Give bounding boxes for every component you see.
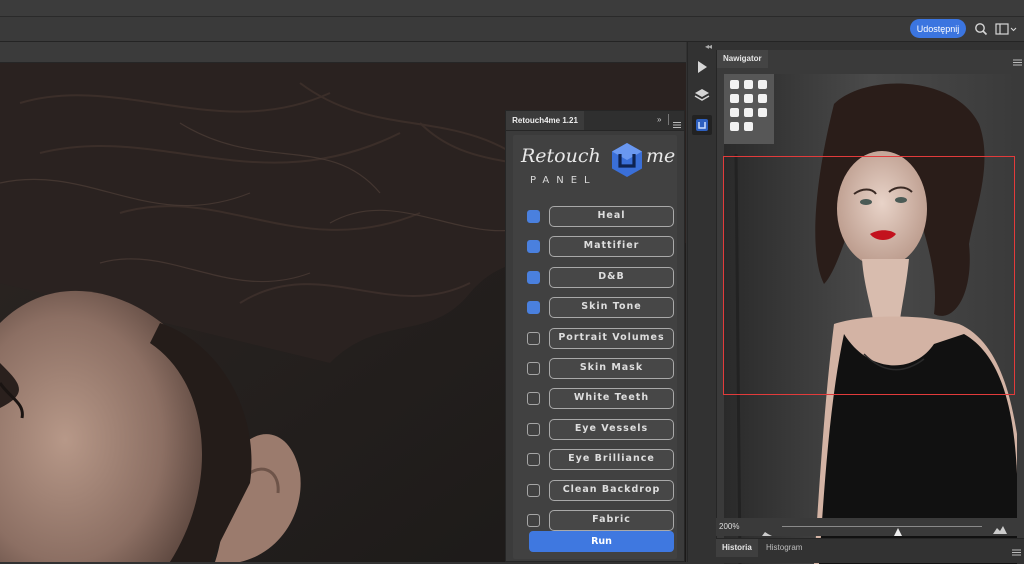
filter-checkbox[interactable] <box>527 332 540 345</box>
collapse-icon[interactable]: ◂◂ <box>705 42 712 51</box>
history-panel: Historia Histogram <box>716 538 1024 563</box>
filter-button[interactable]: Skin Tone <box>549 297 674 318</box>
filter-checkbox[interactable] <box>527 362 540 375</box>
filter-checkbox[interactable] <box>527 484 540 497</box>
panel-icon-strip: ◂◂ <box>687 42 716 562</box>
document-tab-bar <box>0 42 686 63</box>
navigator-view-box[interactable] <box>723 156 1015 395</box>
filter-button[interactable]: Skin Mask <box>549 358 674 379</box>
filter-checkbox[interactable] <box>527 392 540 405</box>
header-divider <box>668 114 669 125</box>
filter-checkbox[interactable] <box>527 240 540 253</box>
search-icon[interactable] <box>974 22 988 36</box>
retouch-logo-icon <box>610 142 644 183</box>
filter-checkbox[interactable] <box>527 210 540 223</box>
filter-button[interactable]: Mattifier <box>549 236 674 257</box>
navigator-tab[interactable]: Nawigator <box>717 50 768 68</box>
logo-word-left: Retouch <box>521 145 601 167</box>
retouch-panel-body: Retouch me PANEL Heal Mattifier D&B Skin To… <box>513 135 677 559</box>
workspace-icon[interactable] <box>995 22 1017 36</box>
play-icon[interactable] <box>692 57 712 77</box>
filter-checkbox[interactable] <box>527 514 540 527</box>
menu-bar <box>0 0 1024 17</box>
share-button[interactable]: Udostępnij <box>910 19 966 38</box>
zoom-in-icon[interactable] <box>993 521 1007 539</box>
filter-checkbox[interactable] <box>527 301 540 314</box>
logo-word-right: me <box>646 145 676 167</box>
retouch4me-panel: Retouch4me 1.21 » Retouch me PANEL Heal M… <box>505 110 685 562</box>
filter-button[interactable]: D&B <box>549 267 674 288</box>
filter-button[interactable]: Heal <box>549 206 674 227</box>
filter-button[interactable]: Fabric <box>549 510 674 531</box>
layers-icon[interactable] <box>692 86 712 106</box>
zoom-slider-track[interactable] <box>782 526 982 527</box>
panel-menu-icon[interactable] <box>673 116 681 134</box>
filter-button[interactable]: White Teeth <box>549 388 674 409</box>
filter-checkbox[interactable] <box>527 423 540 436</box>
collapse-icon[interactable]: » <box>657 115 661 124</box>
filter-button[interactable]: Eye Brilliance <box>549 449 674 470</box>
tab-histogram[interactable]: Histogram <box>760 539 808 557</box>
retouch-tab-title[interactable]: Retouch4me 1.21 <box>506 111 584 130</box>
history-menu-icon[interactable] <box>1012 544 1021 562</box>
options-bar: Udostępnij <box>0 17 1024 42</box>
panel-menu-icon[interactable] <box>1013 54 1022 72</box>
plugin-icon[interactable] <box>692 115 712 135</box>
tab-history[interactable]: Historia <box>716 539 758 557</box>
navigator-zoom-row: 200% <box>716 518 1024 536</box>
filter-checkbox[interactable] <box>527 271 540 284</box>
filter-button[interactable]: Portrait Volumes <box>549 328 674 349</box>
filter-checkbox[interactable] <box>527 453 540 466</box>
logo-subtitle: PANEL <box>530 175 597 186</box>
filter-button[interactable]: Eye Vessels <box>549 419 674 440</box>
zoom-value[interactable]: 200% <box>719 522 739 531</box>
filter-button[interactable]: Clean Backdrop <box>549 480 674 501</box>
run-button[interactable]: Run <box>529 531 674 552</box>
retouch-panel-header: Retouch4me 1.21 » <box>506 111 684 131</box>
